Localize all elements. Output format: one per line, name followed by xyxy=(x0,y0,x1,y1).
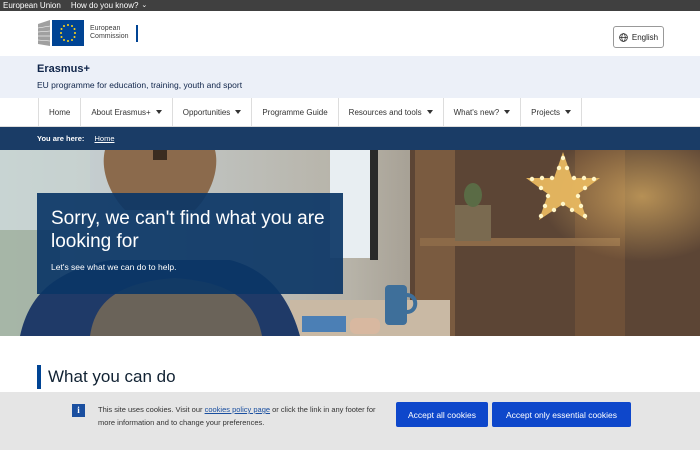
language-selector-button[interactable]: English xyxy=(613,26,664,48)
eu-top-bar: European Union How do you know? ⌄ xyxy=(0,0,700,11)
european-commission-logo[interactable]: European Commission xyxy=(38,20,138,46)
site-title[interactable]: Erasmus+ xyxy=(37,63,90,75)
nav-item-opportunities[interactable]: Opportunities xyxy=(173,98,253,126)
cookie-text-before: This site uses cookies. Visit our xyxy=(98,405,205,414)
main-navigation: Home About Erasmus+ Opportunities Progra… xyxy=(0,98,700,127)
caret-down-icon xyxy=(426,110,433,114)
nav-item-resources[interactable]: Resources and tools xyxy=(339,98,444,126)
site-identity-bar: Erasmus+ EU programme for education, tra… xyxy=(0,56,700,98)
info-icon: i xyxy=(72,404,85,417)
breadcrumb: You are here: Home xyxy=(0,127,700,150)
site-header: European Commission English xyxy=(0,11,700,56)
accept-essential-cookies-button[interactable]: Accept only essential cookies xyxy=(492,402,631,427)
nav-item-home[interactable]: Home xyxy=(39,98,82,126)
nav-item-programme-guide[interactable]: Programme Guide xyxy=(252,98,339,126)
hero-banner: Sorry, we can't find what you are lookin… xyxy=(0,150,700,336)
hero-title: Sorry, we can't find what you are lookin… xyxy=(51,208,325,252)
nav-item-label: Programme Guide xyxy=(262,107,328,117)
section-title: What you can do xyxy=(37,365,176,389)
cookies-policy-link[interactable]: cookies policy page xyxy=(205,405,270,414)
commission-building-icon xyxy=(38,20,84,46)
logo-divider xyxy=(136,24,138,42)
hero-message-box: Sorry, we can't find what you are lookin… xyxy=(37,193,343,294)
logo-text: European Commission xyxy=(90,25,129,40)
eu-label: European Union xyxy=(3,1,61,10)
breadcrumb-home-link[interactable]: Home xyxy=(94,134,114,143)
nav-item-label: Resources and tools xyxy=(348,107,422,117)
hero-text: Let's see what we can do to help. xyxy=(51,262,177,272)
how-do-you-know-label: How do you know? xyxy=(70,1,139,10)
language-label: English xyxy=(631,32,659,42)
nav-item-whats-new[interactable]: What's new? xyxy=(444,98,522,126)
caret-down-icon xyxy=(235,110,242,114)
chevron-down-icon: ⌄ xyxy=(141,2,148,9)
nav-item-label: What's new? xyxy=(453,107,500,117)
caret-down-icon xyxy=(155,110,162,114)
content-section: What you can do xyxy=(0,336,700,392)
nav-item-projects[interactable]: Projects xyxy=(521,98,583,126)
nav-item-label: Opportunities xyxy=(182,107,231,117)
nav-item-label: About Erasmus+ xyxy=(91,107,151,117)
caret-down-icon xyxy=(504,110,511,114)
caret-down-icon xyxy=(565,110,572,114)
site-subtitle: EU programme for education, training, yo… xyxy=(37,80,243,90)
cookie-message: This site uses cookies. Visit our cookie… xyxy=(98,403,378,429)
breadcrumb-prefix: You are here: xyxy=(37,134,85,143)
nav-item-label: Projects xyxy=(531,107,561,117)
globe-icon xyxy=(619,32,628,42)
nav-item-label: Home xyxy=(49,107,71,117)
cookie-banner: i This site uses cookies. Visit our cook… xyxy=(0,392,700,450)
nav-item-about[interactable]: About Erasmus+ xyxy=(81,98,173,126)
how-do-you-know-link[interactable]: How do you know? ⌄ xyxy=(71,0,147,11)
accept-all-cookies-button[interactable]: Accept all cookies xyxy=(396,402,488,427)
